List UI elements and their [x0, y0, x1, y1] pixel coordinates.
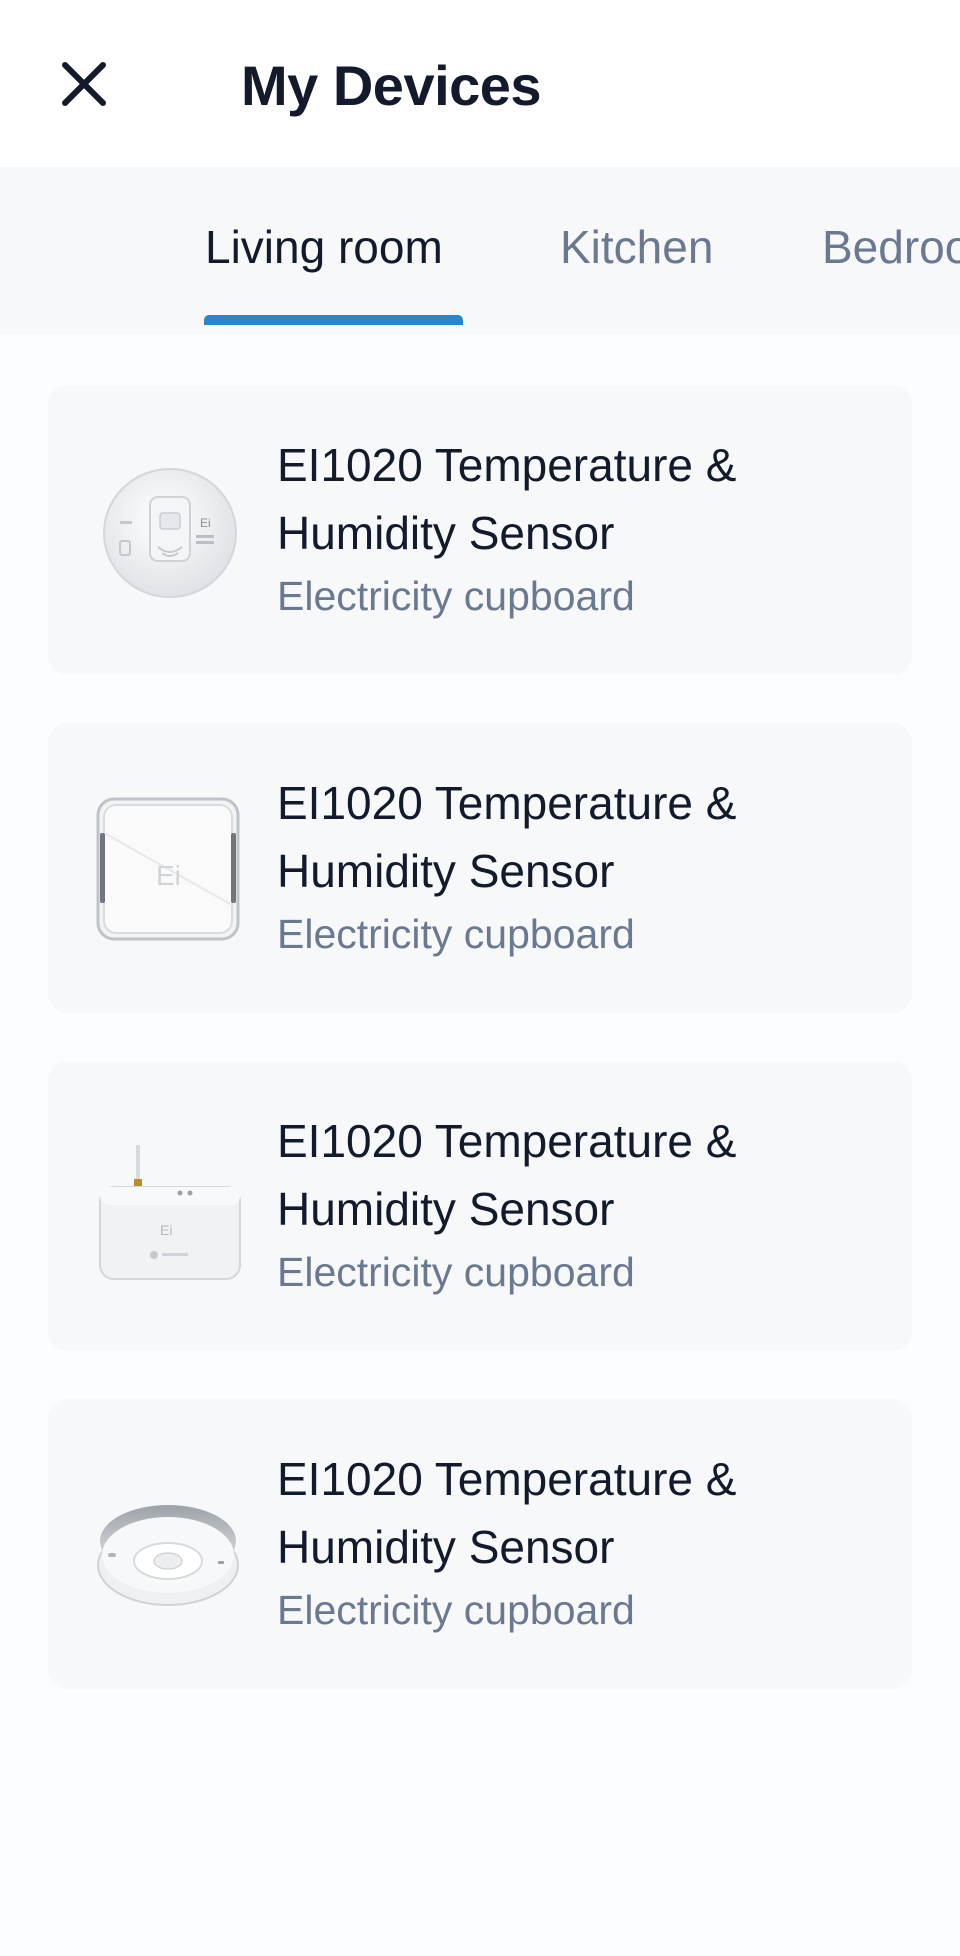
room-tabs: Living room Kitchen Bedroom: [0, 167, 960, 335]
device-name: EI1020 Temperature & Humidity Sensor: [277, 777, 737, 897]
top-app-bar: My Devices: [0, 0, 960, 167]
device-card[interactable]: Ei EI1020 Temperature & Humidity Sensor …: [48, 723, 912, 1013]
close-icon: [62, 62, 106, 106]
device-location: Electricity cupboard: [277, 911, 635, 957]
svg-text:Ei: Ei: [160, 1222, 172, 1238]
gateway-hub-device-image: Ei: [99, 1145, 241, 1280]
co-alarm-device-image: Ei: [103, 468, 237, 598]
tab-bedroom[interactable]: Bedroom: [822, 219, 960, 275]
device-card[interactable]: Ei EI1020 Temperature & Humidity Sensor …: [48, 1061, 912, 1351]
page-title: My Devices: [241, 54, 542, 117]
svg-text:Ei: Ei: [156, 860, 181, 891]
device-card[interactable]: EI1020 Temperature & Humidity Sensor Ele…: [48, 1399, 912, 1689]
active-tab-indicator: [204, 315, 463, 325]
close-button[interactable]: [52, 52, 116, 116]
device-name: EI1020 Temperature & Humidity Sensor: [277, 439, 737, 559]
device-name: EI1020 Temperature & Humidity Sensor: [277, 1115, 737, 1235]
device-name: EI1020 Temperature & Humidity Sensor: [277, 1453, 737, 1573]
device-location: Electricity cupboard: [277, 1249, 635, 1295]
device-card[interactable]: Ei EI1020 Temperature & Humidity Sensor …: [48, 385, 912, 675]
device-location: Electricity cupboard: [277, 573, 635, 619]
smoke-alarm-device-image: [97, 1505, 239, 1606]
square-sensor-device-image: Ei: [96, 797, 240, 941]
svg-text:Ei: Ei: [200, 516, 211, 530]
tab-living-room[interactable]: Living room: [205, 219, 443, 275]
tab-kitchen[interactable]: Kitchen: [560, 219, 713, 275]
device-location: Electricity cupboard: [277, 1587, 635, 1633]
